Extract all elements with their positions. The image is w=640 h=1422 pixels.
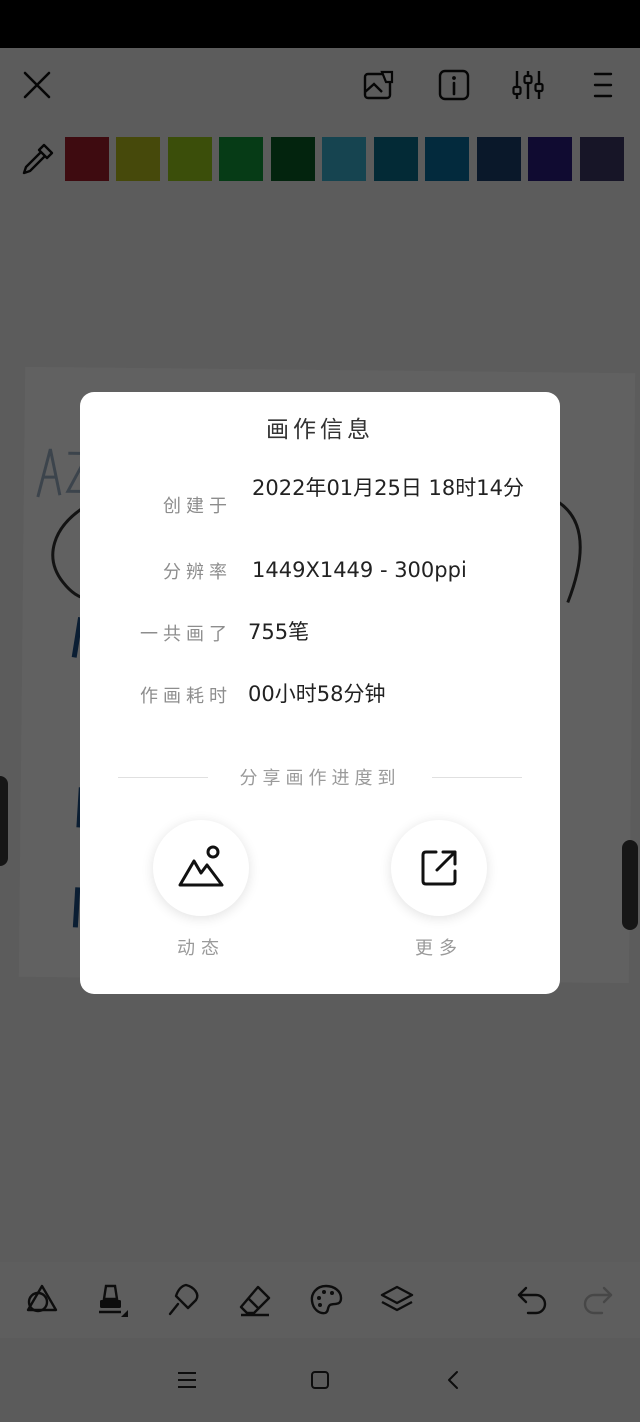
artwork-info-dialog: 画作信息 创建于 2022年01月25日 18时14分 分辨率 1449X144…: [80, 392, 560, 994]
duration-value: 00小时58分钟: [248, 682, 386, 706]
created-label: 创建于: [163, 496, 232, 517]
strokes-value: 755笔: [248, 620, 310, 644]
share-section-header: 分享画作进度到: [118, 762, 522, 792]
share-feed-label: 动态: [177, 938, 225, 959]
status-bar: [0, 0, 640, 48]
strokes-label: 一共画了: [140, 624, 232, 645]
dialog-title: 画作信息: [266, 417, 374, 443]
mountain-image-icon: [178, 845, 224, 887]
created-value: 2022年01月25日 18时14分: [252, 476, 525, 500]
duration-label: 作画耗时: [140, 686, 232, 707]
resolution-value: 1449X1449 - 300ppi: [252, 558, 467, 582]
divider-right: [432, 777, 522, 778]
share-more-button[interactable]: [391, 820, 487, 916]
share-more-label: 更多: [415, 938, 463, 959]
share-to-feed-button[interactable]: [153, 820, 249, 916]
external-share-icon: [421, 850, 457, 886]
resolution-label: 分辨率: [163, 562, 232, 583]
